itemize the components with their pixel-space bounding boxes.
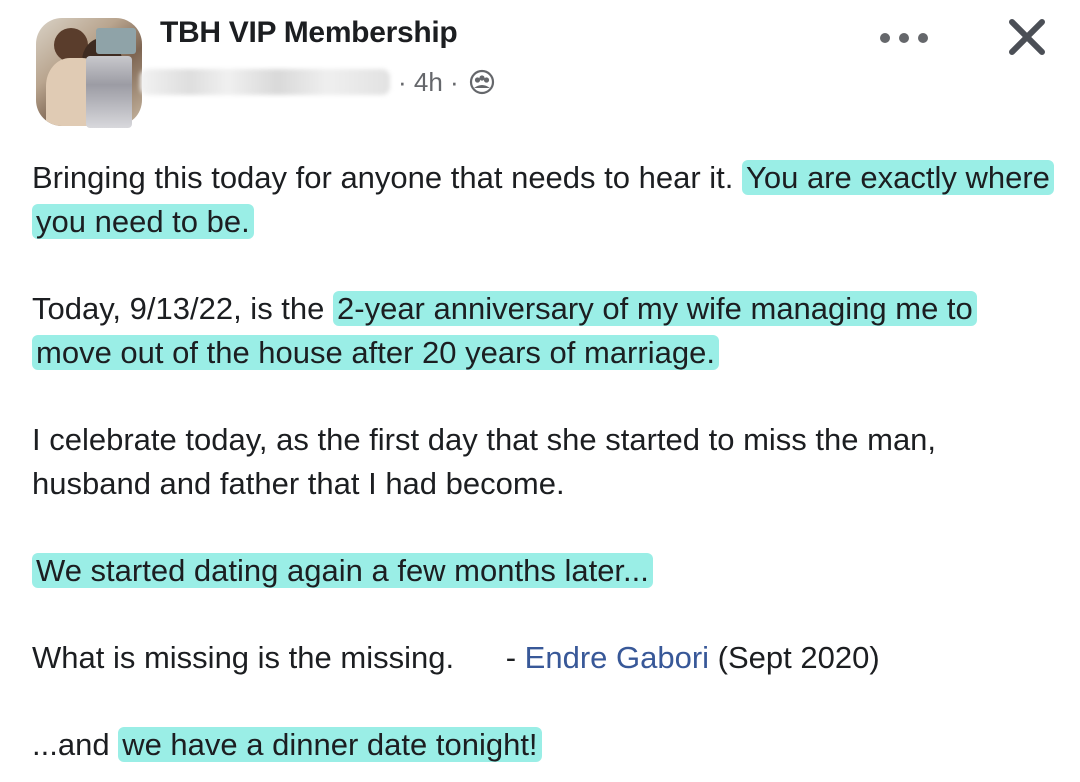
highlighted-text: we have a dinner date tonight! — [118, 727, 542, 762]
post-paragraph: What is missing is the missing. - Endre … — [32, 636, 1052, 680]
close-icon[interactable] — [1004, 14, 1050, 60]
post-meta: · 4h · — [140, 64, 495, 100]
post-paragraph: Bringing this today for anyone that need… — [32, 156, 1054, 244]
post-body: Bringing this today for anyone that need… — [32, 156, 1054, 782]
more-dots-icon[interactable] — [880, 28, 928, 48]
author-avatar-blurred[interactable] — [86, 56, 132, 128]
post-paragraph: ...and we have a dinner date tonight! — [32, 723, 1052, 767]
paragraph-text: (Sept 2020) — [709, 640, 880, 675]
post-paragraph: I celebrate today, as the first day that… — [32, 422, 937, 501]
post-header: TBH VIP Membership · 4h · — [0, 0, 1080, 140]
avatar-badge — [96, 28, 136, 54]
post-paragraph: Today, 9/13/22, is the 2-year anniversar… — [32, 287, 1052, 375]
paragraph-text: Today, 9/13/22, is the — [32, 291, 334, 326]
group-name-link[interactable]: TBH VIP Membership — [160, 16, 458, 50]
group-members-icon — [469, 69, 494, 95]
paragraph-text: Bringing this today for anyone that need… — [32, 160, 743, 195]
author-link[interactable]: Endre Gabori — [525, 640, 709, 675]
paragraph-text: What is missing is the missing. - — [32, 640, 525, 675]
post-timestamp[interactable]: · 4h · — [398, 67, 459, 98]
author-name-blurred[interactable] — [140, 69, 390, 95]
post-paragraph: We started dating again a few months lat… — [32, 549, 1052, 593]
highlighted-text: We started dating again a few months lat… — [32, 553, 653, 588]
paragraph-text: ...and — [32, 727, 119, 762]
